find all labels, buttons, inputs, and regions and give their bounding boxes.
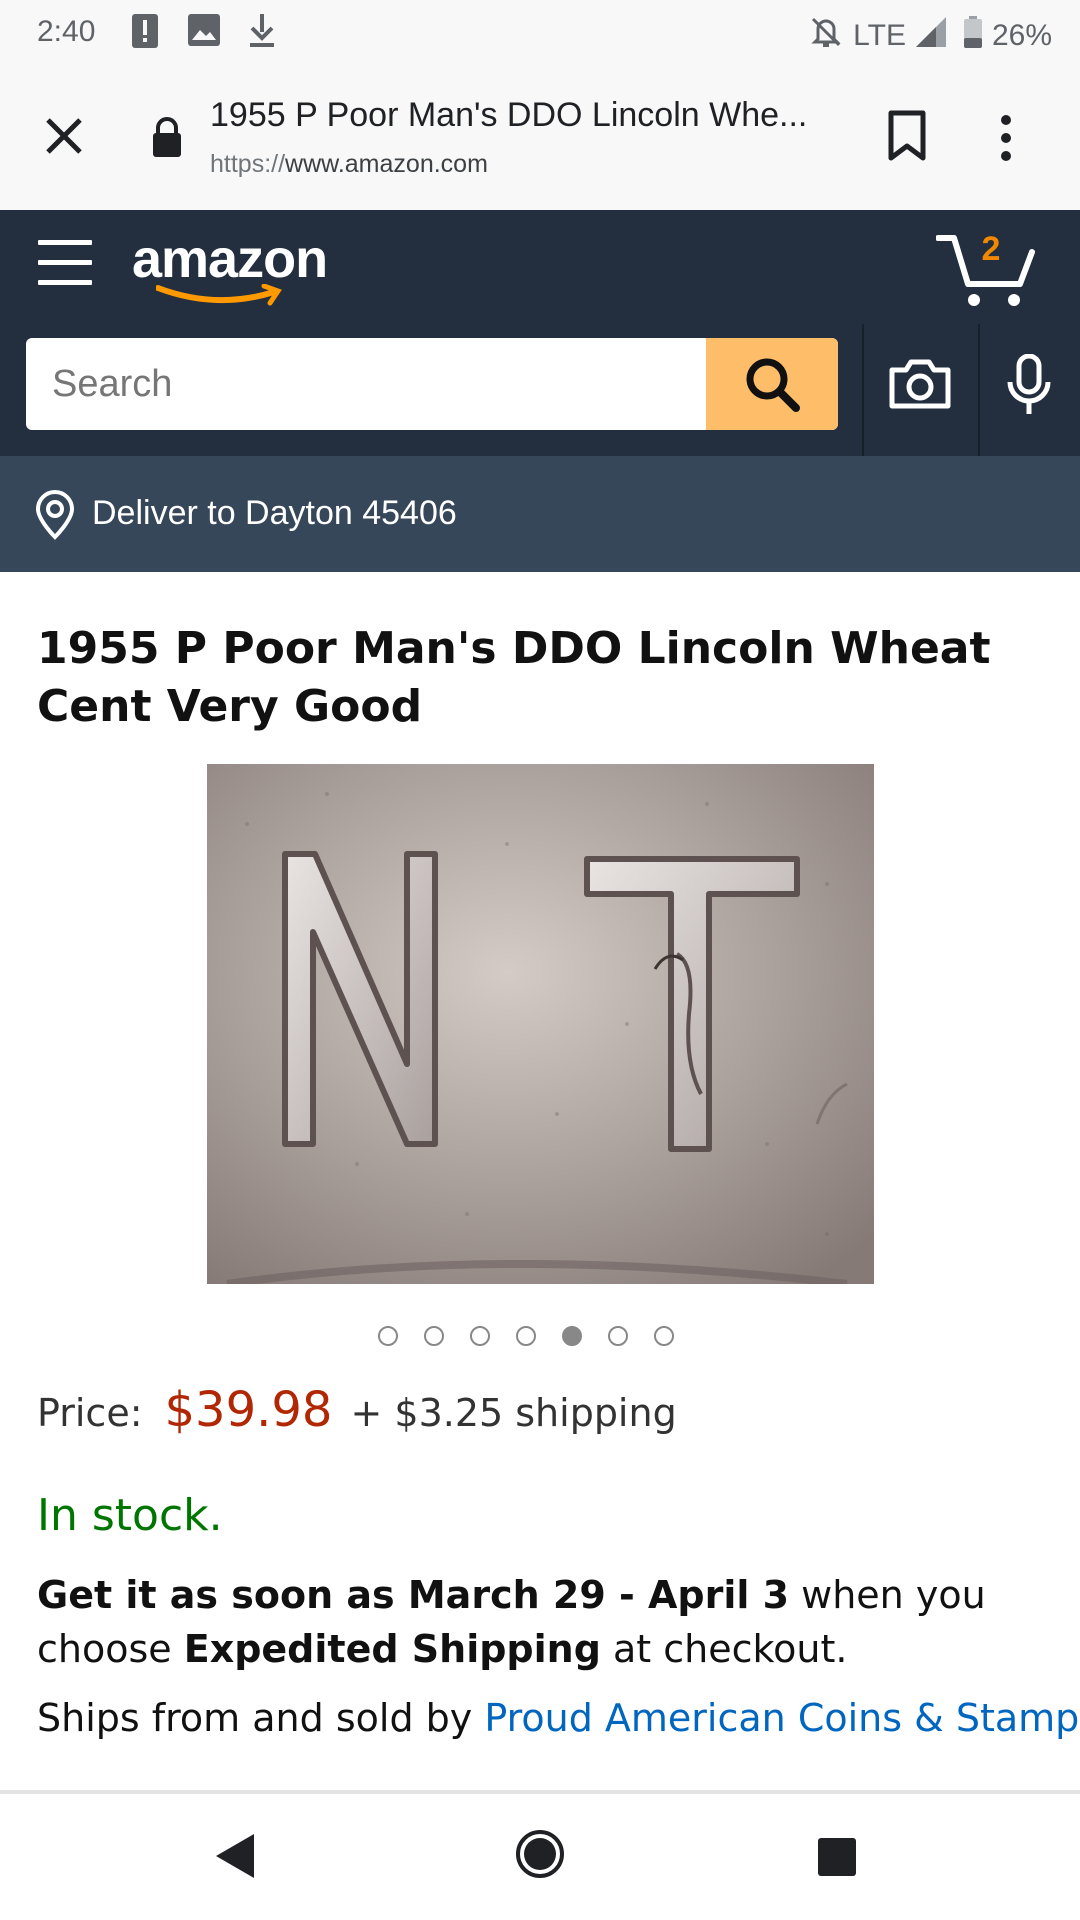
carousel-dot[interactable] — [608, 1326, 628, 1346]
location-pin-icon — [34, 490, 76, 544]
search-input[interactable] — [26, 338, 706, 430]
battery-percent: 26% — [991, 19, 1052, 52]
alert-icon — [132, 14, 158, 56]
product-image[interactable] — [207, 764, 874, 1284]
seller-info: Ships from and sold by Proud American Co… — [37, 1696, 1080, 1740]
price-value: $39.98 — [164, 1382, 333, 1438]
carousel-dot[interactable] — [654, 1326, 674, 1346]
carousel-dot[interactable] — [516, 1326, 536, 1346]
deliver-location-text: Deliver to Dayton 45406 — [92, 494, 457, 532]
search-row — [0, 324, 1080, 456]
bookmark-icon[interactable] — [886, 110, 928, 166]
amazon-header: amazon 2 — [0, 210, 1080, 324]
search-icon — [746, 358, 800, 412]
network-label: LTE — [853, 19, 906, 52]
mute-icon — [809, 15, 843, 57]
recent-apps-icon[interactable] — [816, 1836, 858, 1882]
price-label: Price: — [37, 1391, 143, 1435]
divider — [862, 324, 864, 456]
search-box — [26, 338, 838, 430]
back-icon[interactable] — [214, 1832, 256, 1884]
search-button[interactable] — [706, 338, 838, 430]
smile-icon — [156, 284, 282, 306]
status-bar: 2:40 LTE 26% — [0, 0, 1080, 64]
carousel-dot-active[interactable] — [562, 1326, 582, 1346]
cart-button[interactable]: 2 — [935, 230, 1036, 310]
overflow-menu-icon[interactable] — [1000, 114, 1012, 166]
battery-icon — [963, 16, 982, 56]
carousel-dot[interactable] — [378, 1326, 398, 1346]
shipping-cost: + $3.25 shipping — [350, 1391, 677, 1435]
close-icon[interactable] — [38, 110, 90, 162]
cart-count-badge: 2 — [981, 230, 1001, 268]
image-carousel-indicator — [378, 1326, 674, 1346]
browser-toolbar: 1955 P Poor Man's DDO Lincoln Whe... htt… — [0, 64, 1080, 210]
download-icon — [248, 14, 276, 56]
signal-icon — [915, 17, 946, 55]
carousel-dot[interactable] — [424, 1326, 444, 1346]
product-title: 1955 P Poor Man's DDO Lincoln Wheat Cent… — [37, 623, 991, 732]
page-title[interactable]: 1955 P Poor Man's DDO Lincoln Whe... — [210, 96, 830, 135]
seller-link[interactable]: Proud American Coins & Stamps — [484, 1696, 1080, 1740]
status-time: 2:40 — [37, 15, 96, 48]
amazon-logo[interactable]: amazon — [132, 228, 328, 306]
stock-status: In stock. — [37, 1490, 223, 1541]
lock-icon — [150, 116, 184, 162]
camera-icon[interactable] — [888, 358, 952, 414]
navigation-bar — [0, 1794, 1080, 1920]
microphone-icon[interactable] — [1004, 353, 1054, 422]
home-icon[interactable] — [514, 1828, 566, 1884]
url-text[interactable]: https://www.amazon.com — [210, 150, 488, 179]
image-icon — [188, 14, 220, 54]
price-row: Price: $39.98 + $3.25 shipping — [37, 1382, 677, 1438]
deliver-to-bar[interactable]: Deliver to Dayton 45406 — [0, 456, 1080, 572]
hamburger-menu-icon[interactable] — [38, 240, 92, 290]
delivery-estimate: Get it as soon as March 29 - April 3 whe… — [37, 1573, 986, 1671]
carousel-dot[interactable] — [470, 1326, 490, 1346]
divider — [978, 324, 980, 456]
